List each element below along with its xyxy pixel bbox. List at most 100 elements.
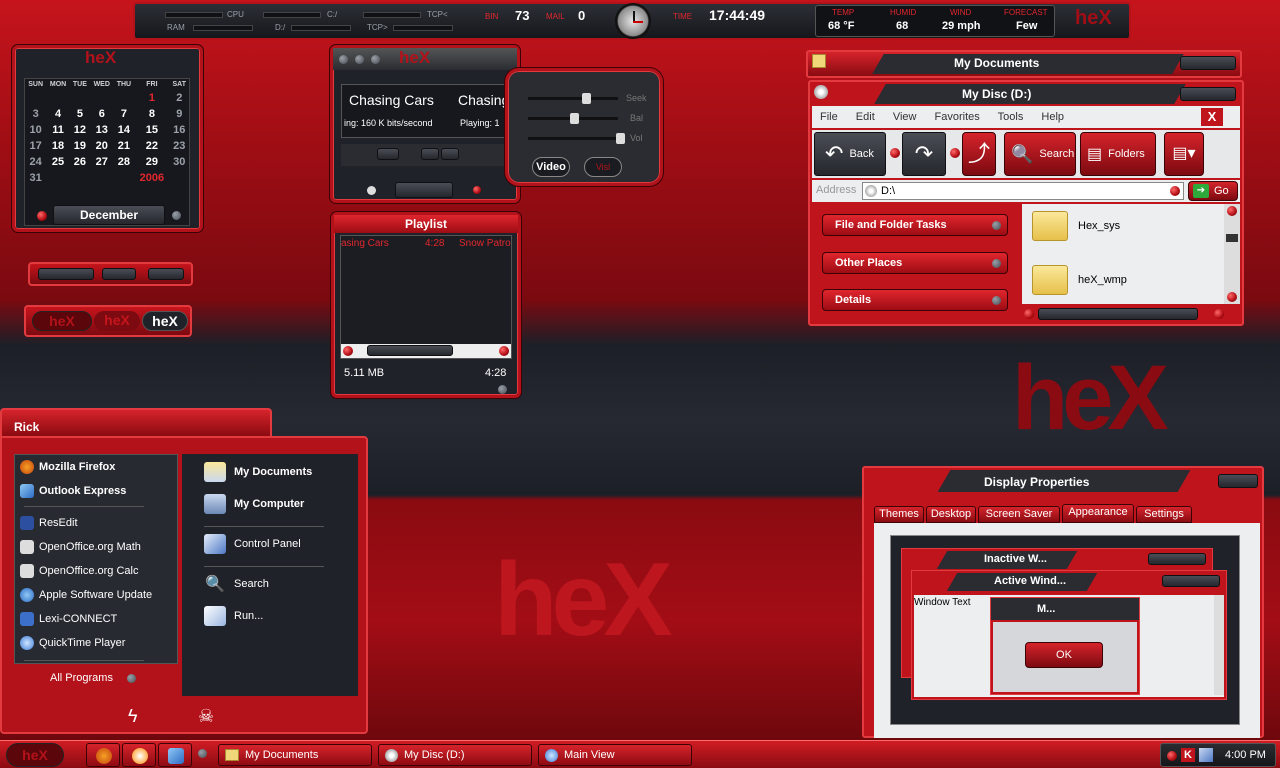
- calendar-day-cell[interactable]: 30: [170, 154, 189, 170]
- volume-slider-track[interactable]: [528, 137, 618, 140]
- calendar-day-cell[interactable]: [90, 90, 114, 106]
- tray-network-icon[interactable]: [1199, 748, 1213, 762]
- recent-program[interactable]: Apple Software Update: [20, 588, 152, 602]
- playlist-menu-icon[interactable]: [498, 385, 507, 394]
- calendar-month[interactable]: December: [53, 205, 165, 225]
- shuffle-icon[interactable]: [367, 186, 376, 195]
- quicklaunch-firefox[interactable]: [86, 743, 120, 767]
- calendar-day-cell[interactable]: 14: [114, 122, 135, 138]
- scroll-right-icon[interactable]: [1214, 309, 1224, 319]
- calendar-day-cell[interactable]: 11: [46, 122, 70, 138]
- task-my-disc[interactable]: My Disc (D:): [378, 744, 532, 766]
- calendar-day-cell[interactable]: 4: [46, 106, 70, 122]
- place-my-documents[interactable]: My Documents: [204, 462, 312, 482]
- recent-program[interactable]: ResEdit: [20, 516, 78, 530]
- calendar-day-cell[interactable]: [70, 170, 90, 186]
- shutdown-skull-icon[interactable]: ☠: [198, 706, 214, 727]
- calendar-day-cell[interactable]: 13: [90, 122, 114, 138]
- horizontal-scrollbar[interactable]: [1022, 306, 1240, 322]
- recent-program[interactable]: OpenOffice.org Calc: [20, 564, 138, 578]
- start-button[interactable]: heX: [6, 743, 64, 767]
- tab-settings[interactable]: Settings: [1136, 506, 1192, 523]
- calendar-day-cell[interactable]: [114, 170, 135, 186]
- my-documents-window-controls[interactable]: [1180, 56, 1236, 70]
- up-folder-button[interactable]: ⤴: [962, 132, 996, 176]
- file-item[interactable]: Hex_sys: [1032, 206, 1152, 246]
- scroll-thumb[interactable]: [1226, 234, 1238, 242]
- views-button[interactable]: ▤▾: [1164, 132, 1204, 176]
- scroll-down-icon[interactable]: [1227, 292, 1237, 302]
- menu-view[interactable]: View: [893, 111, 917, 123]
- calendar-day-cell[interactable]: 25: [46, 154, 70, 170]
- mini-prev-button[interactable]: [38, 268, 94, 280]
- calendar-day-cell[interactable]: 17: [25, 138, 46, 154]
- search-button[interactable]: 🔍 Search: [1004, 132, 1076, 176]
- address-field[interactable]: D:\: [862, 182, 1184, 200]
- calendar-day-cell[interactable]: 19: [70, 138, 90, 154]
- calendar-day-cell[interactable]: 23: [170, 138, 189, 154]
- pinned-outlook[interactable]: Outlook Express: [20, 484, 126, 498]
- video-button[interactable]: Video: [532, 157, 570, 177]
- file-folder-tasks-expand-icon[interactable]: [992, 221, 1001, 230]
- calendar-day-cell[interactable]: 2006: [134, 170, 169, 186]
- scroll-thumb[interactable]: [1038, 308, 1198, 320]
- quicklaunch-toggle-icon[interactable]: [198, 749, 207, 758]
- file-folder-tasks[interactable]: File and Folder Tasks: [822, 214, 1008, 236]
- calendar-day-cell[interactable]: [70, 90, 90, 106]
- calendar-day-cell[interactable]: 24: [25, 154, 46, 170]
- recent-program[interactable]: QuickTime Player: [20, 636, 125, 650]
- place-search[interactable]: 🔍 Search: [204, 574, 269, 594]
- tab-screen-saver[interactable]: Screen Saver: [978, 506, 1060, 523]
- calendar-day-cell[interactable]: [46, 90, 70, 106]
- tray-clock[interactable]: 4:00 PM: [1225, 749, 1266, 761]
- folders-button[interactable]: ▤ Folders: [1080, 132, 1156, 176]
- player-minimize-icon[interactable]: [355, 55, 364, 64]
- other-places-expand-icon[interactable]: [992, 259, 1001, 268]
- menu-favorites[interactable]: Favorites: [935, 111, 980, 123]
- calendar-day-cell[interactable]: 10: [25, 122, 46, 138]
- ok-button[interactable]: OK: [1025, 642, 1103, 668]
- calendar-day-cell[interactable]: [114, 90, 135, 106]
- calendar-day-cell[interactable]: 31: [25, 170, 46, 186]
- back-dropdown-icon[interactable]: [890, 148, 900, 158]
- prev-track-button[interactable]: [377, 148, 399, 160]
- calendar-prev-button[interactable]: [37, 211, 47, 221]
- logo-button-2[interactable]: heX: [94, 311, 140, 331]
- calendar-day-cell[interactable]: 7: [114, 106, 135, 122]
- calendar-day-cell[interactable]: 15: [134, 122, 169, 138]
- calendar-day-cell[interactable]: 3: [25, 106, 46, 122]
- calendar-day-cell[interactable]: 22: [134, 138, 169, 154]
- forward-button[interactable]: ↷: [902, 132, 946, 176]
- scroll-left-icon[interactable]: [1024, 309, 1034, 319]
- balance-slider-handle[interactable]: [570, 113, 579, 124]
- calendar-day-cell[interactable]: 16: [170, 122, 189, 138]
- calendar-day-cell[interactable]: [25, 90, 46, 106]
- menu-file[interactable]: File: [820, 111, 838, 123]
- calendar-day-cell[interactable]: 20: [90, 138, 114, 154]
- tab-appearance[interactable]: Appearance: [1062, 504, 1134, 523]
- all-programs-button[interactable]: All Programs: [50, 672, 136, 684]
- calendar-day-cell[interactable]: 12: [70, 122, 90, 138]
- recent-program[interactable]: Lexi-CONNECT: [20, 612, 117, 626]
- calendar-day-cell[interactable]: [46, 170, 70, 186]
- seek-slider-handle[interactable]: [582, 93, 591, 104]
- record-icon[interactable]: [473, 186, 481, 194]
- address-dropdown-icon[interactable]: [1170, 186, 1180, 196]
- place-control-panel[interactable]: Control Panel: [204, 534, 301, 554]
- calendar-day-cell[interactable]: 26: [70, 154, 90, 170]
- volume-slider-handle[interactable]: [616, 133, 625, 144]
- visual-button[interactable]: Visl: [584, 157, 622, 177]
- calendar-day-cell[interactable]: 1: [134, 90, 169, 106]
- calendar-day-cell[interactable]: 6: [90, 106, 114, 122]
- playlist-scrollbar[interactable]: [341, 344, 511, 358]
- logo-button-3[interactable]: heX: [142, 311, 188, 331]
- seek-slider-track[interactable]: [528, 97, 618, 100]
- tray-notify-icon[interactable]: [1167, 751, 1177, 761]
- my-disc-window-controls[interactable]: [1180, 87, 1236, 101]
- playlist-row[interactable]: asing Cars 4:28 Snow Patro: [341, 238, 511, 252]
- calendar-day-cell[interactable]: [90, 170, 114, 186]
- calendar-day-cell[interactable]: 9: [170, 106, 189, 122]
- scroll-up-icon[interactable]: [1227, 206, 1237, 216]
- calendar-day-cell[interactable]: 28: [114, 154, 135, 170]
- player-menu-icon[interactable]: [371, 55, 380, 64]
